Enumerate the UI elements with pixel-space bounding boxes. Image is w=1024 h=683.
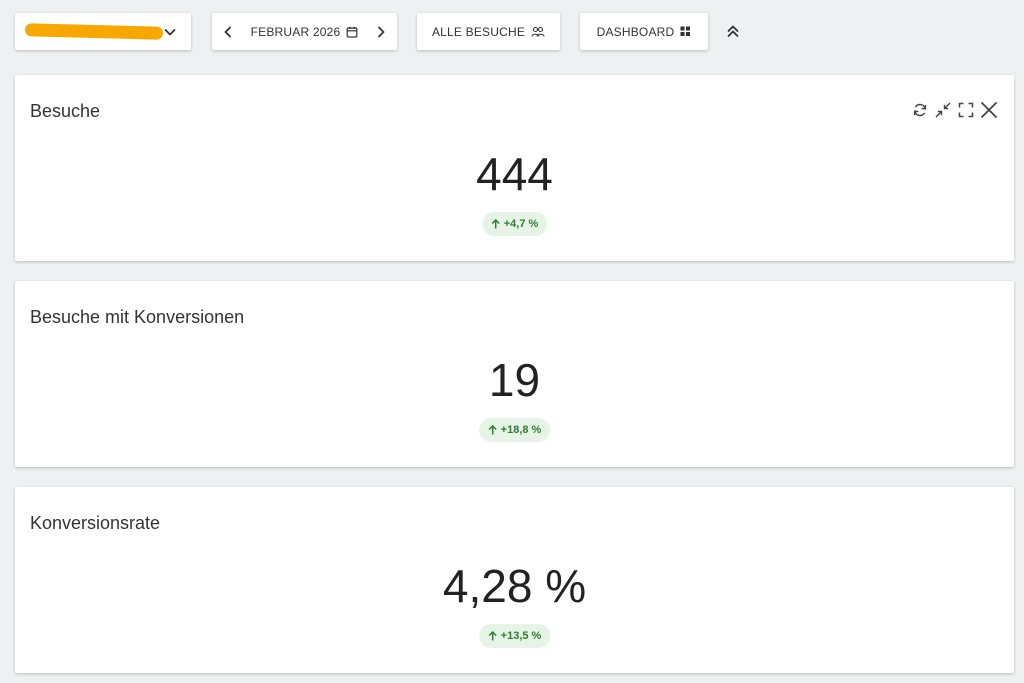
chevron-down-icon	[163, 25, 177, 39]
chevron-right-icon[interactable]	[375, 25, 387, 39]
metric-value: 4,28 %	[442, 560, 587, 612]
date-label: FEBRUAR 2026	[250, 24, 341, 39]
dashboard-label: DASHBOARD	[596, 24, 675, 39]
widget-title: Besuche mit Konversionen	[30, 307, 245, 327]
trend-value: +18,8 %	[500, 424, 542, 436]
dashboard-view-button[interactable]: DASHBOARD	[580, 13, 708, 50]
calendar-icon	[346, 26, 358, 38]
widget-visits: Besuche 444 +4,7 %	[15, 75, 1014, 261]
trend-badge: +4,7 %	[481, 212, 548, 236]
trend-value: +13,5 %	[500, 630, 542, 642]
segment-selector-button[interactable]: ALLE BESUCHE	[417, 13, 560, 50]
arrow-up-icon	[488, 425, 497, 435]
trend-badge: +18,8 %	[478, 418, 551, 442]
trend-value: +4,7 %	[503, 218, 539, 230]
grid-icon	[680, 26, 691, 37]
double-chevron-up-icon[interactable]	[722, 20, 744, 42]
widget-title: Besuche	[30, 101, 101, 121]
chevron-left-icon[interactable]	[222, 25, 234, 39]
redacted-site-name	[24, 23, 164, 40]
metric-value: 444	[476, 148, 553, 200]
refresh-icon[interactable]	[912, 102, 928, 118]
metric-value: 19	[488, 354, 541, 406]
minimize-icon[interactable]	[934, 101, 952, 119]
widget-actions	[912, 101, 998, 119]
users-icon	[531, 26, 545, 38]
widget-visits-with-conversions: Besuche mit Konversionen 19 +18,8 %	[15, 281, 1014, 467]
site-selector[interactable]	[15, 13, 191, 50]
fullscreen-icon[interactable]	[958, 102, 974, 118]
arrow-up-icon	[491, 219, 500, 229]
toolbar: FEBRUAR 2026 ALLE BESUCHE DASHBOARD	[0, 0, 1024, 60]
trend-badge: +13,5 %	[478, 624, 551, 648]
date-picker-button[interactable]: FEBRUAR 2026	[251, 25, 359, 39]
date-navigator: FEBRUAR 2026	[212, 13, 397, 50]
widget-conversion-rate: Konversionsrate 4,28 % +13,5 %	[15, 487, 1014, 673]
widget-title: Konversionsrate	[30, 513, 161, 533]
segment-label: ALLE BESUCHE	[431, 24, 526, 39]
close-icon[interactable]	[980, 101, 998, 119]
arrow-up-icon	[488, 631, 497, 641]
